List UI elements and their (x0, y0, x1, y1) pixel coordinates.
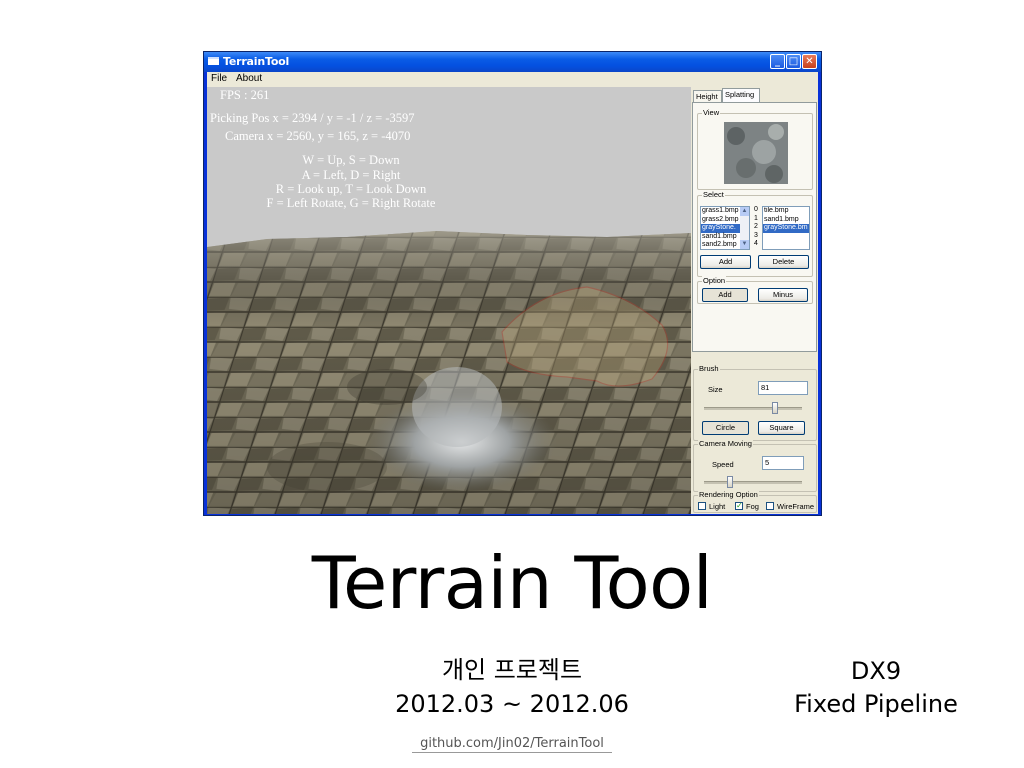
brush-group: Brush Size 81 Circle Square (693, 364, 817, 441)
size-label: Size (708, 385, 723, 394)
speed-input[interactable]: 5 (762, 456, 804, 470)
rendering-option-group: Rendering Option Light ✓ Fog WireFrame (693, 490, 817, 513)
speed-slider-track[interactable] (704, 481, 802, 484)
layer-index: 2 (754, 223, 758, 230)
project-type: 개인 프로젝트 (441, 656, 583, 684)
slide-title: Terrain Tool (311, 541, 713, 625)
size-input[interactable]: 81 (758, 381, 808, 395)
help-line: A = Left, D = Right (301, 168, 401, 182)
tab-height[interactable]: Height (693, 90, 722, 102)
layer-item[interactable]: sand1.bmp (763, 216, 809, 225)
fps-readout: FPS : 261 (220, 88, 270, 102)
light-checkbox[interactable] (698, 502, 706, 510)
tech-pipeline: Fixed Pipeline (794, 690, 958, 718)
project-dates: 2012.03 ~ 2012.06 (395, 690, 629, 718)
speed-label: Speed (712, 460, 734, 469)
layer-index: 1 (754, 214, 758, 222)
layer-index: 4 (754, 240, 758, 247)
option-group: Option Add Minus (697, 276, 813, 304)
select-group: Select grass1.bmp grass2.bmp grayStone. … (697, 190, 813, 277)
tech-dx9: DX9 (850, 657, 902, 685)
splatting-page: View Select grass1.bmp grass2.bmp graySt… (692, 102, 817, 352)
layer-index: 3 (754, 231, 758, 239)
brush-group-label: Brush (698, 364, 720, 374)
circle-brush-button[interactable]: Circle (702, 421, 749, 435)
menu-about[interactable]: About (236, 73, 262, 84)
option-group-label: Option (702, 276, 727, 286)
github-link[interactable]: github.com/Jin02/TerrainTool (412, 736, 612, 753)
square-brush-button[interactable]: Square (758, 421, 805, 435)
title-bar[interactable]: TerrainTool _ □ ✕ (204, 52, 821, 72)
minimize-button[interactable]: _ (770, 54, 785, 69)
help-line: R = Look up, T = Look Down (275, 182, 427, 196)
maximize-icon: □ (788, 56, 799, 67)
help-line: W = Up, S = Down (302, 153, 400, 167)
wireframe-label: WireFrame (777, 502, 815, 511)
add-texture-button[interactable]: Add (700, 255, 751, 269)
help-line: F = Left Rotate, G = Right Rotate (266, 196, 436, 210)
wireframe-checkbox[interactable] (766, 502, 774, 510)
tab-splatting[interactable]: Splatting (722, 88, 760, 102)
speed-slider-thumb[interactable] (727, 476, 734, 488)
fog-label: Fog (746, 502, 759, 511)
layer-index-column: 0 1 2 3 4 (754, 206, 762, 249)
camera-moving-label: Camera Moving (698, 439, 753, 449)
scroll-down-icon[interactable]: ▼ (740, 240, 749, 249)
texture-preview (724, 122, 788, 184)
layer-index: 0 (754, 206, 758, 213)
texture-list[interactable]: grass1.bmp grass2.bmp grayStone. sand1.b… (700, 206, 750, 250)
size-slider-track[interactable] (704, 407, 802, 410)
layer-item-selected[interactable]: grayStone.bm (763, 224, 809, 233)
menu-bar: File About (207, 72, 818, 87)
close-button[interactable]: ✕ (802, 54, 817, 69)
scroll-up-icon[interactable]: ▲ (740, 207, 749, 216)
terrain-tool-window: TerrainTool _ □ ✕ File About FPS: 261 P… (203, 51, 822, 516)
menu-file[interactable]: File (211, 73, 227, 84)
view-group-label: View (702, 108, 721, 118)
camera-moving-group: Camera Moving Speed 5 (693, 439, 817, 492)
rendering-option-label: Rendering Option (698, 490, 759, 500)
close-icon: ✕ (805, 56, 814, 67)
picking-pos-readout: Picking Pos x = 2394 / y = -1 / z = -359… (210, 111, 415, 125)
terrain-viewport[interactable]: FPS : 261 Picking Pos x = 2394 / y = -1 … (207, 87, 691, 514)
option-add-button[interactable]: Add (702, 288, 748, 302)
size-slider-thumb[interactable] (771, 402, 778, 414)
tool-panel: Height Splatting View Select grass1.bmp … (691, 87, 818, 514)
minimize-icon: _ (775, 56, 780, 67)
camera-pos-readout: Camera x = 2560, y = 165, z = -4070 (225, 129, 411, 143)
option-minus-button[interactable]: Minus (758, 288, 808, 302)
fog-checkbox[interactable]: ✓ (735, 502, 743, 510)
layer-item[interactable]: tile.bmp (763, 207, 809, 216)
window-title: TerrainTool (223, 55, 290, 68)
terrain-render (207, 231, 691, 514)
texture-list-scrollbar[interactable]: ▲ ▼ (740, 207, 749, 249)
view-group: View (697, 108, 813, 190)
light-label: Light (709, 502, 726, 511)
delete-texture-button[interactable]: Delete (758, 255, 809, 269)
select-group-label: Select (702, 190, 725, 200)
maximize-button[interactable]: □ (786, 54, 801, 69)
app-icon (208, 57, 219, 65)
layer-list[interactable]: tile.bmp sand1.bmp grayStone.bm (762, 206, 810, 250)
